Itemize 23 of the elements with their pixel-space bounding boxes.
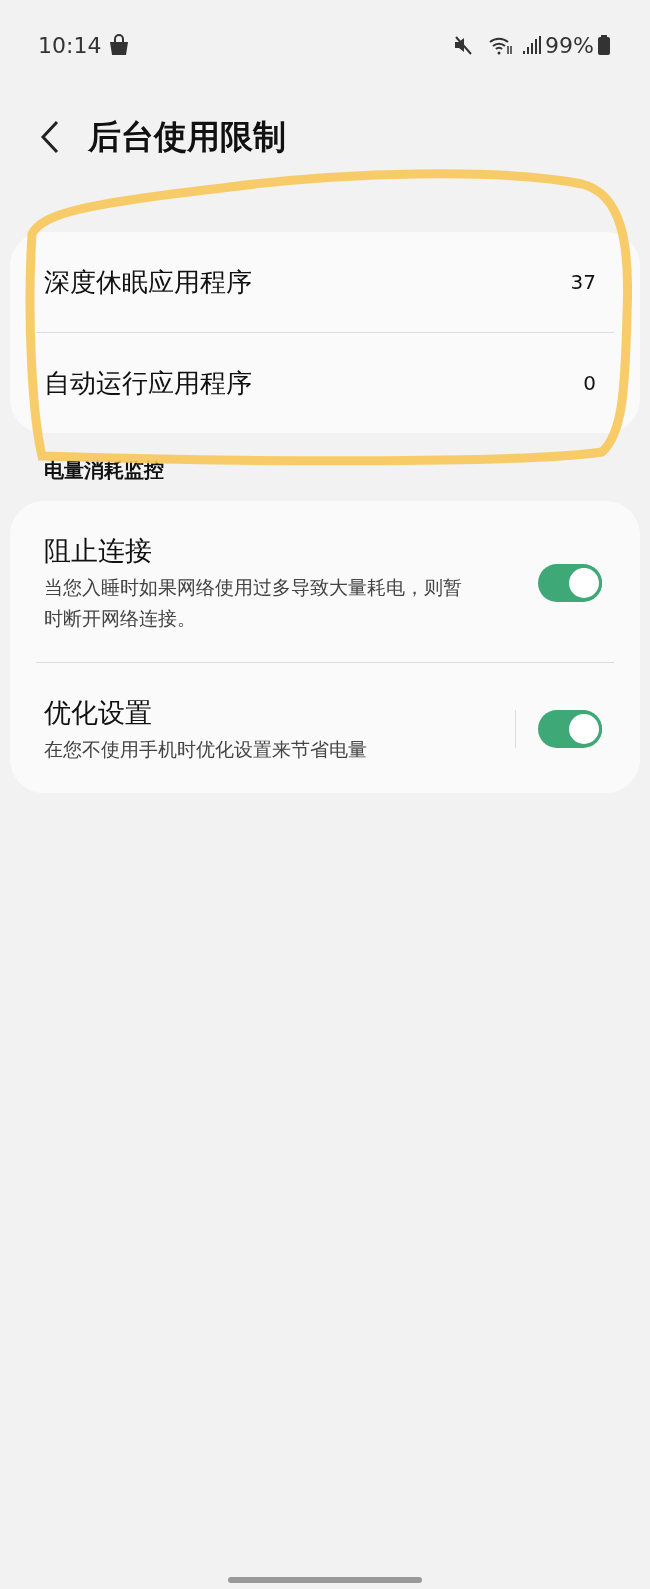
item-title: 优化设置 — [44, 696, 153, 731]
toggle-switch[interactable] — [538, 710, 602, 749]
list-item[interactable]: 自动运行应用程序 0 — [10, 333, 640, 433]
item-label: 深度休眠应用程序 — [44, 265, 252, 299]
shopping-bag-icon — [109, 34, 130, 56]
settings-row[interactable]: 优化设置 在您不使用手机时优化设置来节省电量 — [10, 663, 640, 794]
signal-icon — [523, 36, 542, 54]
list-item[interactable]: 深度休眠应用程序 37 — [10, 232, 640, 332]
battery-percentage: 99% — [545, 31, 594, 60]
section-header: 电量消耗监控 — [43, 457, 165, 484]
status-time: 10:14 — [38, 31, 102, 60]
page-title: 后台使用限制 — [88, 116, 286, 158]
item-label: 自动运行应用程序 — [44, 366, 252, 400]
settings-row[interactable]: 阻止连接 当您入睡时如果网络使用过多导致大量耗电，则暂时断开网络连接。 — [10, 501, 640, 663]
item-description: 当您入睡时如果网络使用过多导致大量耗电，则暂时断开网络连接。 — [44, 574, 463, 631]
item-description: 在您不使用手机时优化设置来节省电量 — [44, 736, 368, 762]
toggle-switch[interactable] — [538, 563, 602, 602]
item-count: 37 — [570, 269, 596, 296]
item-title: 阻止连接 — [44, 534, 153, 568]
mute-icon — [453, 35, 474, 55]
back-icon[interactable] — [40, 120, 60, 154]
battery-icon — [598, 35, 610, 55]
item-count: 0 — [583, 370, 596, 397]
